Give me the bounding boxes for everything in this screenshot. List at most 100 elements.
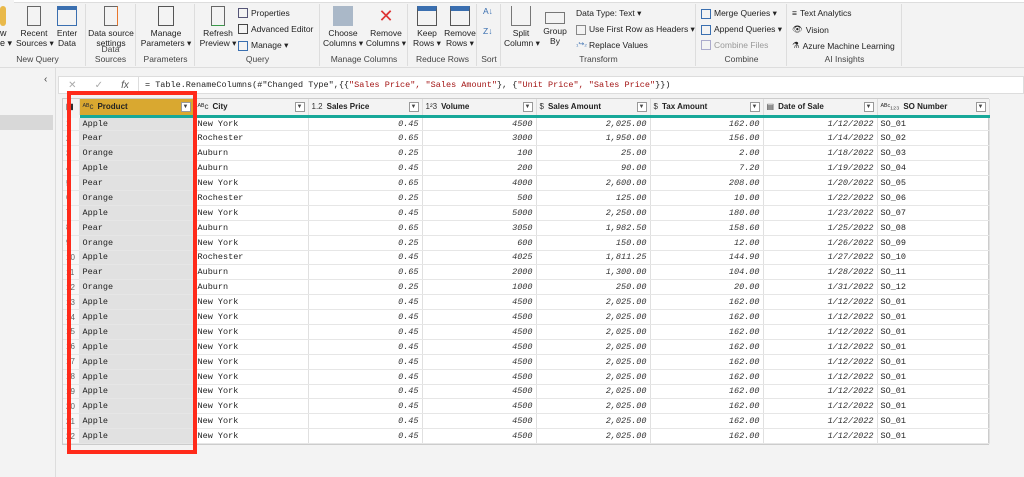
row-number[interactable]: 12 [63, 279, 80, 296]
cell-product[interactable]: Pear [79, 220, 195, 236]
cell-sales-price[interactable]: 0.45 [308, 294, 423, 311]
cell-sales-price[interactable]: 0.45 [308, 354, 423, 370]
formula-input[interactable]: = Table.RenameColumns(#"Changed Type",{{… [145, 80, 670, 90]
cell-sales-amount[interactable]: 2,025.00 [536, 294, 651, 311]
cell-date-of-sale[interactable]: 1/20/2022 [763, 175, 878, 191]
cell-date-of-sale[interactable]: 1/14/2022 [763, 130, 878, 147]
cell-tax-amount[interactable]: 162.00 [650, 309, 764, 325]
cell-city[interactable]: New York [194, 205, 309, 221]
cell-product[interactable]: Pear [79, 264, 195, 281]
cell-product[interactable]: Apple [79, 205, 195, 221]
cell-date-of-sale[interactable]: 1/12/2022 [763, 428, 878, 445]
cell-city[interactable]: New York [194, 235, 309, 251]
cell-city[interactable]: New York [194, 398, 309, 415]
cell-date-of-sale[interactable]: 1/23/2022 [763, 205, 878, 221]
cell-sales-amount[interactable]: 1,950.00 [536, 130, 651, 147]
cell-sales-amount[interactable]: 2,250.00 [536, 205, 651, 221]
cell-city[interactable]: Auburn [194, 220, 309, 236]
cell-volume[interactable]: 4500 [422, 398, 537, 415]
cell-product[interactable]: Apple [79, 369, 195, 385]
cell-city[interactable]: New York [194, 324, 309, 340]
cell-product[interactable]: Apple [79, 309, 195, 325]
cell-city[interactable]: Auburn [194, 160, 309, 177]
cell-volume[interactable]: 4025 [422, 250, 537, 266]
cell-so-number[interactable]: SO_05 [877, 175, 990, 191]
cell-sales-price[interactable]: 0.45 [308, 384, 423, 400]
filter-dropdown-icon[interactable]: ▼ [749, 102, 760, 112]
row-number[interactable]: 18 [63, 369, 80, 385]
cell-sales-price[interactable]: 0.45 [308, 324, 423, 340]
advanced-editor-button[interactable]: Advanced Editor [238, 24, 313, 34]
row-number[interactable]: 20 [63, 398, 80, 415]
cell-sales-amount[interactable]: 2,025.00 [536, 413, 651, 430]
cell-date-of-sale[interactable]: 1/12/2022 [763, 413, 878, 430]
cell-product[interactable]: Apple [79, 413, 195, 430]
cell-volume[interactable]: 3050 [422, 220, 537, 236]
cell-city[interactable]: New York [194, 428, 309, 445]
cell-city[interactable]: New York [194, 354, 309, 370]
cell-city[interactable]: Auburn [194, 264, 309, 281]
cell-product[interactable]: Apple [79, 160, 195, 177]
cell-sales-price[interactable]: 0.25 [308, 279, 423, 296]
cell-tax-amount[interactable]: 162.00 [650, 428, 764, 445]
cell-volume[interactable]: 5000 [422, 205, 537, 221]
column-header-date-of-sale[interactable]: ▤ Date of Sale ▼ [763, 99, 878, 118]
row-number[interactable]: 3 [63, 145, 80, 162]
cell-sales-price[interactable]: 0.45 [308, 413, 423, 430]
cell-tax-amount[interactable]: 104.00 [650, 264, 764, 281]
cell-sales-amount[interactable]: 1,300.00 [536, 264, 651, 281]
text-analytics-button[interactable]: ≡ Text Analytics [792, 8, 851, 18]
fx-icon[interactable]: fx [121, 80, 129, 91]
cell-sales-price[interactable]: 0.45 [308, 428, 423, 445]
cell-volume[interactable]: 2000 [422, 264, 537, 281]
table-menu-button[interactable]: ▦ [63, 99, 80, 118]
cell-sales-amount[interactable]: 90.00 [536, 160, 651, 177]
type-icon[interactable]: ᴬᴮᶜ₁₂₃ [881, 102, 900, 111]
cell-tax-amount[interactable]: 20.00 [650, 279, 764, 296]
cell-sales-amount[interactable]: 2,025.00 [536, 428, 651, 445]
cell-sales-amount[interactable]: 2,025.00 [536, 116, 651, 132]
cell-date-of-sale[interactable]: 1/25/2022 [763, 220, 878, 236]
cell-city[interactable]: Auburn [194, 279, 309, 296]
cell-sales-price[interactable]: 0.25 [308, 235, 423, 251]
cell-product[interactable]: Pear [79, 175, 195, 191]
type-icon[interactable]: ᴬᴮc [83, 102, 94, 111]
cell-so-number[interactable]: SO_04 [877, 160, 990, 177]
cell-product[interactable]: Apple [79, 294, 195, 311]
cell-volume[interactable]: 100 [422, 145, 537, 162]
cell-city[interactable]: New York [194, 339, 309, 355]
manage-query-button[interactable]: Manage ▾ [238, 40, 288, 51]
cell-volume[interactable]: 4500 [422, 309, 537, 325]
merge-queries-button[interactable]: Merge Queries ▾ [701, 8, 777, 19]
cell-volume[interactable]: 3000 [422, 130, 537, 147]
column-header-tax-amount[interactable]: $ Tax Amount ▼ [650, 99, 764, 118]
cell-volume[interactable]: 4500 [422, 413, 537, 430]
row-number[interactable]: 11 [63, 264, 80, 281]
row-number[interactable]: 14 [63, 309, 80, 325]
cell-product[interactable]: Apple [79, 250, 195, 266]
cell-volume[interactable]: 4500 [422, 116, 537, 132]
cell-city[interactable]: New York [194, 294, 309, 311]
cell-sales-amount[interactable]: 2,025.00 [536, 354, 651, 370]
row-number[interactable]: 4 [63, 160, 80, 177]
row-number[interactable]: 19 [63, 384, 80, 400]
cell-so-number[interactable]: SO_01 [877, 413, 990, 430]
cell-sales-price[interactable]: 0.45 [308, 398, 423, 415]
cell-so-number[interactable]: SO_01 [877, 294, 990, 311]
cell-date-of-sale[interactable]: 1/12/2022 [763, 294, 878, 311]
cell-so-number[interactable]: SO_12 [877, 279, 990, 296]
cell-sales-price[interactable]: 0.45 [308, 205, 423, 221]
properties-button[interactable]: Properties [238, 8, 290, 18]
cell-so-number[interactable]: SO_03 [877, 145, 990, 162]
cell-date-of-sale[interactable]: 1/12/2022 [763, 324, 878, 340]
cell-tax-amount[interactable]: 208.00 [650, 175, 764, 191]
type-icon[interactable]: $ [540, 102, 544, 111]
type-icon[interactable]: ᴬᴮc [198, 102, 209, 111]
cell-sales-price[interactable]: 0.45 [308, 369, 423, 385]
cell-so-number[interactable]: SO_10 [877, 250, 990, 266]
filter-dropdown-icon[interactable]: ▼ [294, 102, 305, 112]
cell-date-of-sale[interactable]: 1/12/2022 [763, 398, 878, 415]
filter-dropdown-icon[interactable]: ▼ [863, 102, 874, 112]
cell-volume[interactable]: 4500 [422, 339, 537, 355]
row-number[interactable]: 9 [63, 235, 80, 251]
